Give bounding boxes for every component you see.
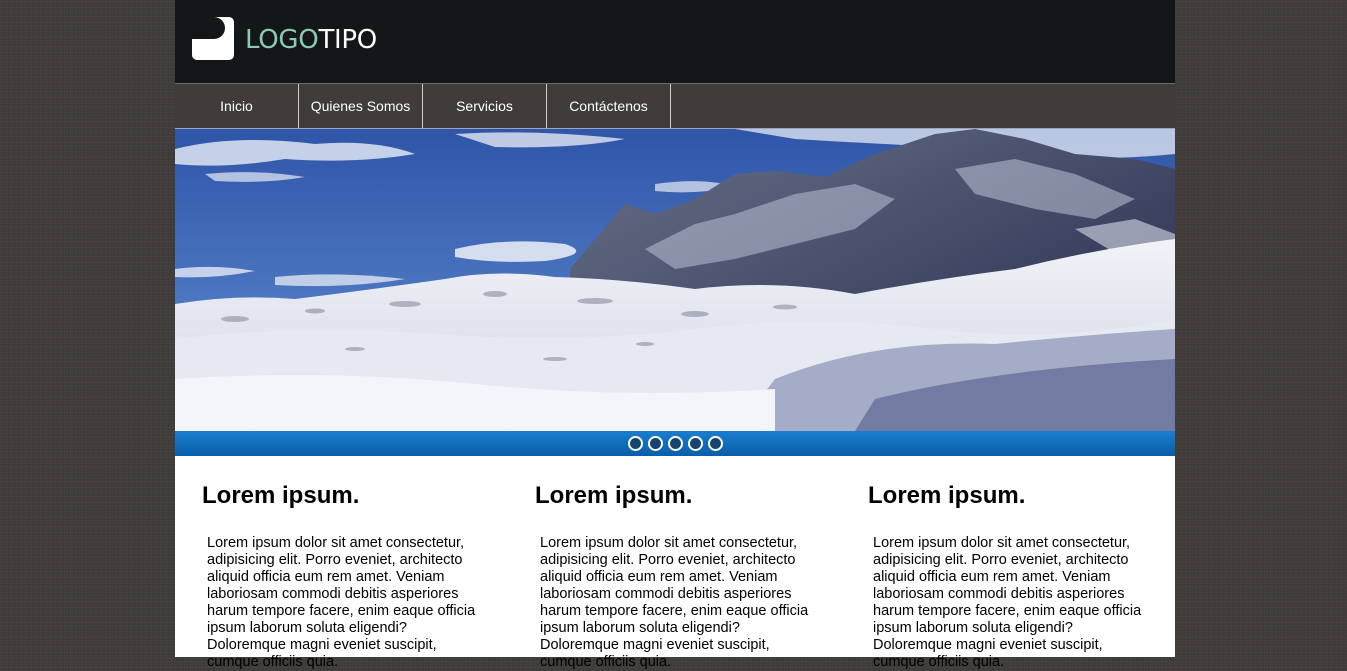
content-column-2: Lorem ipsum. Lorem ipsum dolor sit amet … bbox=[508, 456, 841, 670]
content-column-3: Lorem ipsum. Lorem ipsum dolor sit amet … bbox=[841, 456, 1174, 670]
slider-dot-4[interactable] bbox=[687, 436, 703, 451]
nav-item-servicios[interactable]: Servicios bbox=[423, 84, 547, 128]
mountain-landscape-image bbox=[175, 129, 1175, 431]
column-title: Lorem ipsum. bbox=[868, 482, 1026, 509]
logo-text-part2: TIPO bbox=[318, 25, 377, 55]
page-container: LOGOTIPO Inicio Quienes Somos Servicios … bbox=[175, 0, 1175, 670]
column-text: Lorem ipsum dolor sit amet consectetur, … bbox=[207, 535, 476, 670]
logo-icon[interactable] bbox=[192, 17, 234, 60]
logo-text-part1: LOGO bbox=[245, 25, 319, 55]
hero-slider-image bbox=[175, 128, 1175, 431]
slider-pagination bbox=[175, 431, 1175, 456]
column-title: Lorem ipsum. bbox=[202, 482, 360, 509]
slider-dot-2[interactable] bbox=[647, 436, 663, 451]
site-header: LOGOTIPO bbox=[175, 0, 1175, 83]
nav-item-quienes-somos[interactable]: Quienes Somos bbox=[299, 84, 423, 128]
content-columns: Lorem ipsum. Lorem ipsum dolor sit amet … bbox=[175, 456, 1175, 670]
content-column-1: Lorem ipsum. Lorem ipsum dolor sit amet … bbox=[175, 456, 508, 670]
slider-dot-3[interactable] bbox=[667, 436, 683, 451]
logo-text[interactable]: LOGOTIPO bbox=[245, 24, 377, 56]
main-nav: Inicio Quienes Somos Servicios Contácten… bbox=[175, 83, 1175, 128]
slider-dot-1[interactable] bbox=[627, 436, 643, 451]
column-title: Lorem ipsum. bbox=[535, 482, 693, 509]
nav-item-inicio[interactable]: Inicio bbox=[175, 84, 299, 128]
slider-dot-5[interactable] bbox=[707, 436, 723, 451]
column-text: Lorem ipsum dolor sit amet consectetur, … bbox=[540, 535, 809, 670]
nav-item-contactenos[interactable]: Contáctenos bbox=[547, 84, 671, 128]
column-text: Lorem ipsum dolor sit amet consectetur, … bbox=[873, 535, 1142, 670]
